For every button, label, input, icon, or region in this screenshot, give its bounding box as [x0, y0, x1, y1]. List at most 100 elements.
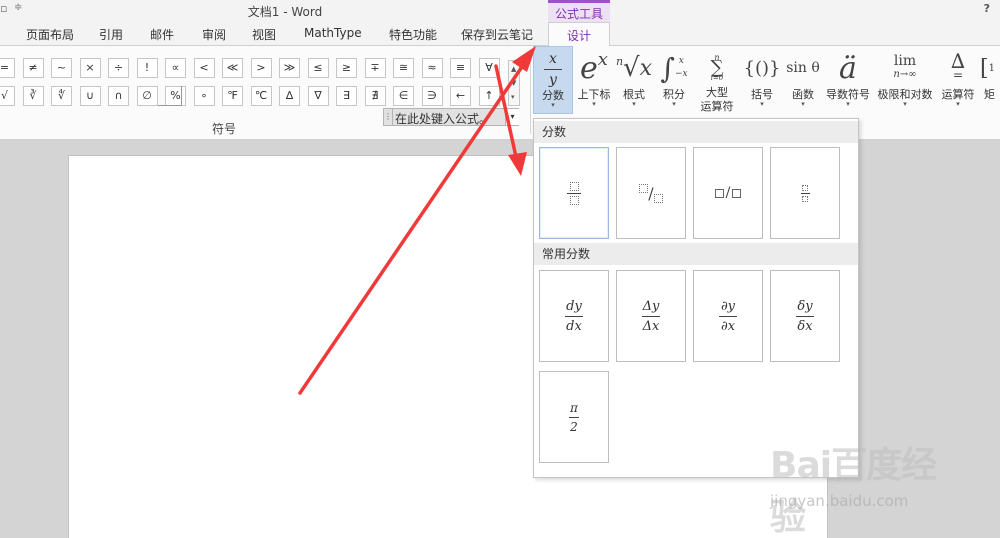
radical-button[interactable]: n √ x 根式 ▾ [614, 46, 654, 114]
fraction-linear-option[interactable]: / [693, 147, 763, 239]
symbols-gallery-scroll[interactable]: ▲ ▼ ▾ [508, 60, 520, 106]
gallery-up-icon[interactable]: ▲ [511, 65, 516, 73]
chevron-down-icon: ▾ [672, 100, 676, 108]
gallery-down-icon[interactable]: ▼ [511, 79, 516, 87]
fraction-partial-y-partial-x: ∂y ∂x [719, 299, 737, 334]
watermark-logo: Bai百度经验 [770, 445, 937, 538]
symbol-button[interactable]: < [193, 58, 215, 78]
numerator: π [570, 400, 578, 415]
tab-design[interactable]: 设计 [548, 22, 610, 47]
tab-references[interactable]: 引用 [99, 26, 123, 43]
ribbon-tab-bar: 页面布局 引用 邮件 审阅 视图 MathType 特色功能 保存到云笔记 设计 [0, 22, 1000, 47]
fraction-dy-dx: dy dx [565, 299, 583, 334]
function-button[interactable]: sin θ 函数 ▾ [784, 46, 822, 114]
chevron-down-icon: ▾ [632, 100, 636, 108]
help-button[interactable]: ? [984, 2, 990, 15]
symbol-button[interactable]: ∈ [393, 86, 414, 106]
integral-button[interactable]: ∫ x −x 积分 ▾ [656, 46, 692, 114]
context-tab-equation-tools: 公式工具 [548, 0, 610, 22]
tab-page-layout[interactable]: 页面布局 [26, 26, 74, 43]
large-operator-button[interactable]: n ∑ i=0 大型 运算符 [694, 46, 740, 114]
gallery-more-icon[interactable]: ▾ [511, 93, 515, 101]
common-fraction-delta[interactable]: Δy Δx [616, 270, 686, 362]
fraction-small-delta: δy δx [796, 299, 814, 334]
large-operator-label-2: 运算符 [700, 100, 734, 113]
tab-special-features[interactable]: 特色功能 [389, 26, 437, 43]
summation-icon: n ∑ i=0 [710, 53, 724, 82]
fraction-delta-y-delta-x: Δy Δx [642, 299, 660, 334]
symbol-button[interactable]: ∇ [307, 86, 329, 106]
operator-button[interactable]: ∆ = 运算符 ▾ [938, 46, 978, 114]
denominator: Δx [642, 318, 660, 334]
symbol-button[interactable]: √ [0, 86, 15, 106]
equation-placeholder-text[interactable]: 在此处键入公式。 [395, 110, 491, 127]
chevron-down-icon: ▾ [551, 101, 555, 109]
bracket-icon: {()} [743, 57, 781, 79]
symbol-button[interactable]: ≅ [393, 58, 414, 78]
symbol-button[interactable]: ℉ [222, 86, 243, 106]
tab-mathtype[interactable]: MathType [304, 26, 362, 40]
symbol-button[interactable]: ∩ [108, 86, 129, 106]
tab-review[interactable]: 审阅 [202, 26, 226, 43]
symbol-button[interactable]: > [250, 58, 272, 78]
symbol-button[interactable]: ! [136, 58, 158, 78]
symbol-button[interactable]: ≪ [222, 58, 243, 78]
symbol-button[interactable]: ≥ [336, 58, 357, 78]
group-label-symbols: 符号 [212, 122, 237, 136]
symbol-button[interactable]: = [0, 58, 15, 78]
operator-icon: ∆ = [951, 49, 965, 82]
symbol-button[interactable]: ∅ [136, 86, 158, 106]
watermark-url: jingyan.baidu.com [770, 492, 909, 510]
symbol-button[interactable]: ∘ [193, 86, 215, 106]
tab-view[interactable]: 视图 [252, 26, 276, 43]
denominator: ∂x [720, 318, 736, 334]
bracket-button[interactable]: {()} 括号 ▾ [742, 46, 782, 114]
small-fraction-icon [800, 184, 810, 202]
matrix-label: 矩 [984, 88, 995, 101]
symbol-button[interactable]: ℃ [250, 86, 272, 106]
symbol-button[interactable]: ∀ [478, 58, 500, 78]
symbol-button[interactable]: ~ [51, 58, 72, 78]
symbol-button[interactable]: ≈ [421, 58, 443, 78]
symbol-button[interactable]: ∛ [22, 86, 44, 106]
fraction-button[interactable]: xy 分数 ▾ [533, 46, 573, 114]
symbol-button[interactable]: ∆ [279, 86, 300, 106]
symbol-button[interactable]: ∪ [79, 86, 101, 106]
symbol-button[interactable]: ≫ [279, 58, 300, 78]
tab-mailings[interactable]: 邮件 [150, 26, 174, 43]
symbol-button[interactable]: ↑ [478, 86, 500, 106]
symbol-button[interactable]: ÷ [108, 58, 129, 78]
symbol-button[interactable]: ≤ [307, 58, 329, 78]
symbol-button[interactable]: ∝ [165, 58, 186, 78]
symbol-button[interactable]: ∋ [421, 86, 443, 106]
chevron-down-icon: ▾ [760, 100, 764, 108]
fraction-stacked-option[interactable] [539, 147, 609, 239]
equation-move-handle-icon[interactable]: ⋮ [384, 109, 393, 125]
symbol-button[interactable]: ← [450, 86, 471, 106]
numerator: dy [566, 298, 582, 314]
script-button[interactable]: ex 上下标 ▾ [574, 46, 614, 114]
symbol-button[interactable]: ≡ [450, 58, 471, 78]
symbol-button[interactable]: ∄ [364, 86, 386, 106]
equation-options-dropdown[interactable]: ▾ [505, 109, 519, 125]
symbol-button[interactable]: ∜ [51, 86, 72, 106]
symbol-button[interactable]: ∃ [336, 86, 357, 106]
accent-button[interactable]: ä 导数符号 ▾ [824, 46, 872, 114]
limit-log-button[interactable]: lim n→∞ 极限和对数 ▾ [874, 46, 936, 114]
common-fraction-pi-over-2[interactable]: π2 [539, 371, 609, 463]
tab-save-to-cloud-note[interactable]: 保存到云笔记 [461, 26, 533, 43]
symbol-button[interactable]: ∓ [364, 58, 386, 78]
fraction-small-option[interactable] [770, 147, 840, 239]
common-fraction-small-delta[interactable]: δy δx [770, 270, 840, 362]
matrix-button[interactable]: [1 矩 [980, 46, 1000, 114]
symbol-button[interactable]: × [79, 58, 101, 78]
fraction-skewed-option[interactable]: / [616, 147, 686, 239]
chevron-down-icon: ▾ [801, 100, 805, 108]
equation-placeholder-box[interactable]: ⋮ 在此处键入公式。 ▾ [383, 108, 519, 126]
section-header-fraction: 分数 [534, 121, 858, 143]
common-fraction-partial[interactable]: ∂y ∂x [693, 270, 763, 362]
fraction-pi-over-2: π2 [569, 401, 579, 434]
symbol-button[interactable]: ≠ [22, 58, 44, 78]
common-fraction-dy-dx[interactable]: dy dx [539, 270, 609, 362]
stacked-fraction-icon [567, 181, 581, 205]
